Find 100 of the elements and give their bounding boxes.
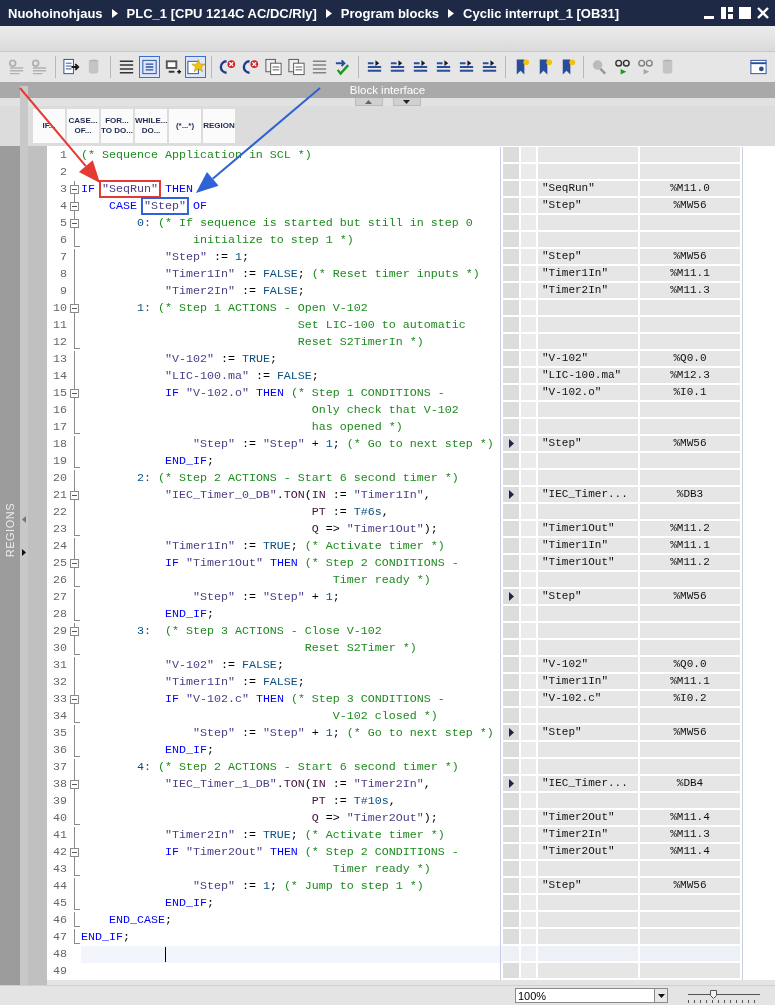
code-line: Q => "Timer2Out"); [310, 811, 438, 825]
snippet-button[interactable]: FOR... TO DO... [101, 109, 133, 143]
table-cell [521, 147, 536, 162]
chevron-icon [325, 8, 332, 18]
collapse-icon[interactable] [70, 304, 79, 313]
expand-arrow-icon[interactable] [508, 728, 514, 737]
expand-arrow-icon[interactable] [508, 490, 514, 499]
code-line: Timer ready *) [331, 862, 431, 876]
tag-cell: "Timer2Out" [538, 844, 638, 859]
snippet-button[interactable]: CASE... OF... [67, 109, 99, 143]
collapse-icon[interactable] [70, 491, 79, 500]
code-line: END_CASE; [107, 913, 172, 927]
code-line: END_IF; [81, 930, 130, 944]
code-line: CASE "Step" OF [107, 199, 207, 213]
code-line: PT := T#6s, [310, 505, 389, 519]
collapse-icon[interactable] [70, 219, 79, 228]
address-cell: %M11.2 [640, 555, 740, 570]
tag-cell: "Step" [538, 198, 638, 213]
address-cell: %M11.2 [640, 521, 740, 536]
code-line: "Step" := "Step" + 1; [191, 590, 340, 604]
slider-thumb[interactable] [710, 989, 718, 999]
address-cell: %M11.4 [640, 810, 740, 825]
pages-icon[interactable] [263, 56, 284, 78]
tile-icon[interactable] [721, 7, 733, 19]
tag-cell: "Step" [538, 878, 638, 893]
collapse-icon[interactable] [70, 559, 79, 568]
code-line: "Timer1In" := FALSE; [163, 675, 305, 689]
address-cell: %M11.3 [640, 827, 740, 842]
dropdown-button[interactable] [655, 988, 668, 1003]
code-line: Reset S2Timer *) [303, 641, 417, 655]
tag-cell: "Timer2In" [538, 283, 638, 298]
code-line: "Step" := "Step" + 1; (* Go to next step *) [191, 437, 494, 451]
code-line: "Step" := "Step" + 1; (* Go to next step *) [191, 726, 494, 740]
code-line: END_IF; [163, 454, 214, 468]
tag-cell: "Step" [538, 725, 638, 740]
tag-cell: "Timer1In" [538, 266, 638, 281]
code-line: (* Sequence Application in SCL *) [81, 148, 312, 162]
breadcrumb-item[interactable]: PLC_1 [CPU 1214C AC/DC/Rly] [126, 5, 317, 21]
code-line: Set LIC-100 to automatic [296, 318, 466, 332]
zoom-slider[interactable] [688, 988, 760, 1003]
tag-cell: "Timer2In" [538, 827, 638, 842]
code-line: END_IF; [163, 743, 214, 757]
code-line: "IEC_Timer_1_DB".TON(IN := "Timer2In", [163, 777, 431, 791]
address-cell: %M11.0 [640, 181, 740, 196]
code-line: IF "Timer2Out" THEN (* Step 2 CONDITIONS - [163, 845, 459, 859]
collapse-icon[interactable] [70, 848, 79, 857]
expand-arrow-icon[interactable] [508, 439, 514, 448]
boxed-lines-icon[interactable] [139, 56, 160, 78]
collapse-icon[interactable] [70, 389, 79, 398]
code-line: "IEC_Timer_0_DB".TON(IN := "Timer1In", [163, 488, 431, 502]
expand-arrow-icon[interactable] [508, 592, 514, 601]
address-cell: %MW56 [640, 436, 740, 451]
right-arrow-icon[interactable] [22, 548, 26, 556]
address-cell: %M11.4 [640, 844, 740, 859]
collapse-icon[interactable] [70, 780, 79, 789]
tag-cell: "Timer1In" [538, 538, 638, 553]
code-line: "V-102" := FALSE; [163, 658, 284, 672]
breadcrumb-item[interactable]: Cyclic interrupt_1 [OB31] [463, 5, 620, 21]
collapse-up-button[interactable] [354, 98, 383, 106]
expand-arrow-icon[interactable] [508, 779, 514, 788]
collapse-icon[interactable] [70, 695, 79, 704]
address-cell: %Q0.0 [640, 351, 740, 366]
tag-cell: "Step" [538, 589, 638, 604]
collapse-icon[interactable] [70, 627, 79, 636]
zoom-field[interactable]: 100% [515, 988, 655, 1003]
code-line: has opened *) [310, 420, 403, 434]
code-line: IF "V-102.o" THEN (* Step 1 CONDITIONS - [163, 386, 445, 400]
address-cell: %DB3 [640, 487, 740, 502]
code-line: "Timer1In" := FALSE; (* Reset timer inputs *) [163, 267, 480, 281]
tag-cell: "Timer1Out" [538, 521, 638, 536]
code-line: IF "SeqRun" THEN [81, 182, 193, 196]
code-line: IF "V-102.c" THEN (* Step 3 CONDITIONS - [163, 692, 445, 706]
code-line: V-102 closed *) [331, 709, 438, 723]
address-cell: %MW56 [640, 589, 740, 604]
code-line: 2: (* Step 2 ACTIONS - Start 6 second timer *) [135, 471, 459, 485]
tag-cell: "Timer2Out" [538, 810, 638, 825]
code-line: "LIC-100.ma" := FALSE; [163, 369, 319, 383]
snippet-button[interactable]: REGION [203, 109, 235, 143]
code-line: "V-102" := TRUE; [163, 352, 277, 366]
code-line: 0: (* If sequence is started but still in step 0 [135, 216, 473, 230]
snippet-button[interactable]: WHILE... DO... [135, 109, 167, 143]
code-line: Timer ready *) [331, 573, 431, 587]
code-line: IF "Timer1Out" THEN (* Step 2 CONDITIONS - [163, 556, 459, 570]
tag-cell: "V-102" [538, 351, 638, 366]
collapse-icon[interactable] [70, 185, 79, 194]
expand-down-button[interactable] [392, 98, 421, 106]
snippet-button[interactable]: (*...*) [169, 109, 201, 143]
tag-cell: "Timer1In" [538, 674, 638, 689]
breadcrumb-item[interactable]: Program blocks [340, 5, 440, 21]
address-cell: %Q0.0 [640, 657, 740, 672]
pages-icon[interactable] [286, 56, 307, 78]
code-line: "Timer2In" := FALSE; [163, 284, 305, 298]
collapse-icon[interactable] [70, 202, 79, 211]
code-line: "Timer2In" := TRUE; (* Activate timer *) [163, 828, 445, 842]
breadcrumb-item[interactable]: Nuohoinohjaus [8, 5, 103, 21]
code-line: Reset S2TimerIn *) [296, 335, 424, 349]
left-arrow-icon[interactable] [22, 515, 26, 523]
address-cell: %M11.1 [640, 266, 740, 281]
code-line: END_IF; [163, 896, 214, 910]
close-icon[interactable] [757, 7, 769, 19]
